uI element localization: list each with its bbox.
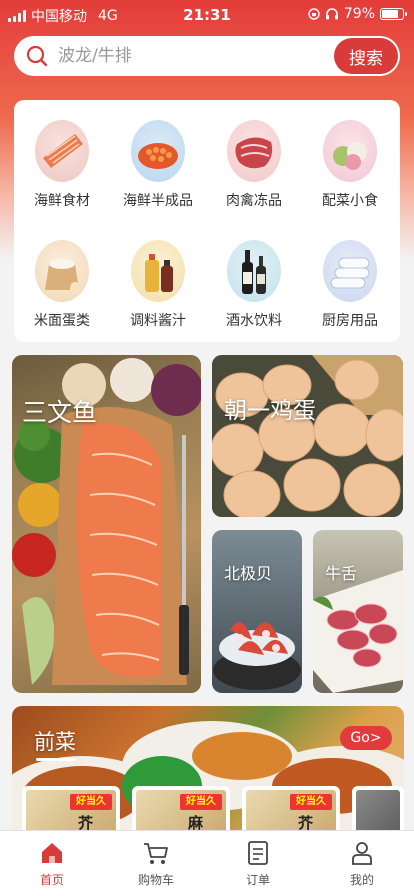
search-icon	[26, 45, 48, 67]
tab-cart[interactable]: 购物车	[104, 831, 208, 896]
tile-eggs[interactable]: 朝一鸡蛋	[212, 355, 403, 517]
category-label: 配菜小食	[322, 193, 378, 209]
tile-salmon[interactable]: 三文鱼	[12, 355, 201, 693]
tab-label: 首页	[39, 873, 64, 887]
brand-badge: 好当久	[290, 794, 332, 810]
search-button[interactable]: 搜索	[334, 38, 398, 74]
brand-badge: 好当久	[180, 794, 222, 810]
tab-profile[interactable]: 我的	[310, 831, 414, 896]
category-meat[interactable]: 肉禽冻品	[206, 120, 302, 210]
status-right: 79%	[308, 6, 407, 22]
brand-badge: 好当久	[70, 794, 112, 810]
category-sauce[interactable]: 调料酱汁	[110, 240, 206, 330]
tab-orders[interactable]: 订单	[206, 831, 310, 896]
oil-bottle-icon	[131, 240, 185, 302]
category-drinks[interactable]: 酒水饮料	[206, 240, 302, 330]
tile-title: 朝一鸡蛋	[224, 398, 316, 424]
category-label: 肉禽冻品	[226, 193, 282, 209]
search-bar: 搜索	[14, 36, 400, 76]
battery-percent: 79%	[343, 6, 375, 22]
category-label: 海鲜食材	[34, 193, 90, 209]
surf-clam-image	[213, 622, 301, 690]
category-label: 酒水饮料	[226, 313, 282, 329]
roe-icon	[131, 120, 185, 182]
tile-title: 北极贝	[224, 564, 273, 583]
tab-home[interactable]: 首页	[0, 831, 104, 896]
tile-beef-tongue[interactable]: 牛舌	[313, 530, 403, 693]
category-sides[interactable]: 配菜小食	[302, 120, 398, 210]
cart-icon	[144, 843, 168, 864]
cling-film-icon	[323, 240, 377, 302]
eggs-image	[212, 355, 403, 517]
category-label: 调料酱汁	[130, 313, 186, 329]
go-button[interactable]: Go>	[340, 726, 392, 750]
tile-title: 牛舌	[325, 564, 358, 583]
category-label: 米面蛋类	[34, 313, 90, 329]
title-underline	[36, 758, 76, 761]
tab-label: 订单	[245, 873, 270, 887]
status-bar: 中国移动 4G 21:31 79%	[0, 0, 414, 30]
appetizer-title: 前菜	[34, 730, 76, 754]
tile-surf-clam[interactable]: 北极贝	[212, 530, 302, 693]
battery-icon	[380, 8, 407, 20]
order-icon	[248, 841, 268, 865]
lock-rotation-icon	[308, 8, 320, 20]
tile-title: 三文鱼	[22, 398, 98, 427]
salmon-icon	[35, 120, 89, 182]
category-label: 海鲜半成品	[123, 193, 193, 209]
tab-label: 我的	[349, 873, 374, 887]
tab-label: 购物车	[137, 873, 174, 887]
appetizer-section[interactable]: 前菜 Go> 好当久 芥 好当久 麻 好当久 芥	[12, 706, 404, 838]
home-icon	[42, 843, 62, 863]
beef-tongue-image	[313, 570, 403, 693]
headphones-icon	[325, 8, 338, 20]
sake-bottle-icon	[227, 240, 281, 302]
category-label: 厨房用品	[322, 313, 378, 329]
category-rice[interactable]: 米面蛋类	[14, 240, 110, 330]
rice-icon	[35, 240, 89, 302]
search-input[interactable]	[58, 36, 338, 76]
mochi-icon	[323, 120, 377, 182]
category-seafood[interactable]: 海鲜食材	[14, 120, 110, 210]
tab-bar: 首页 购物车 订单 我的	[0, 830, 414, 896]
steak-icon	[227, 120, 281, 182]
profile-icon	[352, 842, 372, 865]
category-grid: 海鲜食材 海鲜半成品 肉禽冻品 配菜小食 米面蛋类 调料酱汁 酒水饮料 厨房用品	[14, 100, 400, 342]
category-seafood-semi[interactable]: 海鲜半成品	[110, 120, 206, 210]
category-kitchen[interactable]: 厨房用品	[302, 240, 398, 330]
